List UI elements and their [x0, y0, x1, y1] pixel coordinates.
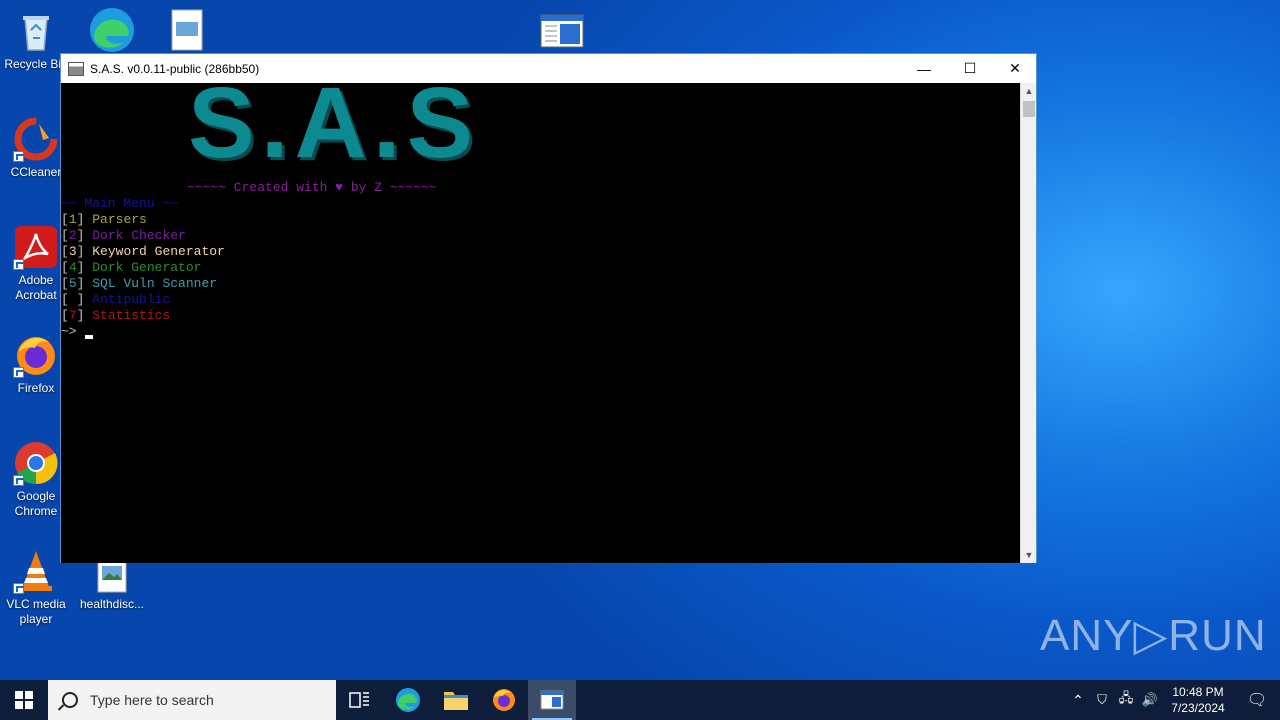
recycle-bin-icon: [13, 8, 59, 54]
system-tray: ⌃ ⛉ 🖧 🔊 10:48 PM 7/23/2024 🗨: [1066, 680, 1280, 720]
clock-time: 10:48 PM: [1172, 685, 1224, 699]
maximize-icon: ☐: [963, 60, 977, 76]
shortcut-arrow-icon: [13, 475, 24, 486]
edge-desktop-icon[interactable]: [86, 6, 138, 54]
menu-item-label: Keyword Generator: [92, 244, 225, 259]
console-scrollbar[interactable]: ▲ ▼: [1020, 83, 1036, 563]
menu-item-number: 4: [68, 260, 77, 275]
chrome-icon: [13, 440, 59, 486]
image-file-icon: [171, 9, 203, 51]
shortcut-arrow-icon: [13, 151, 24, 162]
desktop-icon-label: healthdisc...: [79, 597, 145, 611]
adobe-acrobat-icon: [13, 224, 59, 270]
taskbar-search-box[interactable]: Type here to search: [48, 680, 336, 720]
menu-item: [4] Dork Generator: [61, 260, 202, 275]
shortcut-arrow-icon: [13, 583, 24, 594]
taskbar: Type here to search ⌃ ⛉ 🖧 🔊 10:48 PM 7/2…: [0, 680, 1280, 720]
desktop-icon-healthdisc[interactable]: healthdisc...: [76, 556, 148, 612]
task-view-icon: [349, 692, 369, 708]
menu-item-label: SQL Vuln Scanner: [92, 276, 218, 291]
taskbar-edge[interactable]: [384, 680, 432, 720]
close-icon: ✕: [1009, 60, 1021, 76]
shortcut-arrow-icon: [13, 259, 24, 270]
ccleaner-icon: [13, 116, 59, 162]
menu-item: [2] Dork Checker: [61, 228, 186, 243]
close-button[interactable]: ✕: [992, 54, 1038, 83]
menu-item-label: Statistics: [92, 308, 171, 323]
menu-item: [7] Statistics: [61, 308, 171, 323]
folder-icon: [444, 692, 468, 710]
menu-item-label: Antipublic: [92, 292, 171, 307]
menu-item-label: Parsers: [92, 212, 147, 227]
console-window[interactable]: S.A.S. v0.0.11-public (286bb50) — ☐ ✕ S.…: [60, 53, 1037, 563]
file-desktop-icon[interactable]: [168, 8, 206, 52]
menu-item-label: Dork Generator: [92, 260, 202, 275]
desktop-icon-label: Firefox: [17, 381, 55, 395]
menu-item: [5] SQL Vuln Scanner: [61, 276, 218, 291]
vlc-cone-icon: [13, 548, 59, 594]
scroll-up-icon[interactable]: ▲: [1021, 83, 1037, 99]
menu-item: [1] Parsers: [61, 212, 147, 227]
taskbar-file-explorer[interactable]: [432, 680, 480, 720]
search-icon: [62, 692, 78, 708]
windows-logo-icon: [15, 691, 33, 709]
ascii-logo: S.A.S: [188, 83, 480, 163]
security-shield-icon[interactable]: ⛉: [1090, 692, 1114, 708]
window-title: S.A.S. v0.0.11-public (286bb50): [90, 61, 260, 76]
volume-icon[interactable]: 🔊: [1138, 692, 1162, 708]
taskbar-console-app[interactable]: [528, 680, 576, 720]
start-button[interactable]: [0, 680, 48, 720]
console-app-icon: [68, 61, 84, 76]
taskbar-firefox[interactable]: [480, 680, 528, 720]
scroll-thumb[interactable]: [1023, 101, 1035, 117]
menu-item: [ ] Antipublic: [61, 292, 171, 307]
window-titlebar[interactable]: S.A.S. v0.0.11-public (286bb50) — ☐ ✕: [61, 54, 1036, 83]
tagline: ~~~~~ Created with ♥ by Z ~~~~~~: [187, 180, 437, 195]
chevron-up-icon[interactable]: ⌃: [1066, 692, 1090, 709]
menu-item-number: 7: [68, 308, 77, 323]
input-prompt: ~>: [61, 324, 77, 339]
window-app-icon: [540, 690, 564, 710]
window-app-icon: [540, 14, 584, 48]
anyrun-watermark: ANY▷RUN: [1040, 611, 1267, 660]
desktop-icon-label: VLC media player: [6, 597, 66, 626]
menu-item-number: 3: [68, 244, 77, 259]
menu-item-number: 5: [68, 276, 77, 291]
menu-title: ~~ Main Menu ~~: [61, 196, 179, 211]
desktop-icon-label: CCleaner: [10, 165, 62, 179]
minimize-icon: —: [917, 60, 931, 77]
edge-icon: [90, 8, 134, 52]
menu-item: [3] Keyword Generator: [61, 244, 225, 259]
maximize-button[interactable]: ☐: [947, 54, 993, 83]
search-placeholder: Type here to search: [90, 692, 214, 708]
menu-item-number: 2: [68, 228, 77, 243]
text-cursor: [85, 335, 93, 339]
shortcut-arrow-icon: [13, 367, 24, 378]
console-output[interactable]: S.A.S ~~~~~ Created with ♥ by Z ~~~~~~ ~…: [61, 83, 1021, 563]
menu-item-number: 1: [68, 212, 77, 227]
clock[interactable]: 10:48 PM 7/23/2024: [1162, 684, 1234, 716]
clock-date: 7/23/2024: [1171, 701, 1225, 715]
console-app-desktop-icon[interactable]: [540, 14, 584, 48]
desktop-icon-label: Adobe Acrobat: [15, 273, 57, 302]
task-view-button[interactable]: [336, 680, 384, 720]
edge-icon: [396, 688, 420, 712]
minimize-button[interactable]: —: [901, 54, 947, 83]
network-icon[interactable]: 🖧: [1114, 689, 1138, 711]
menu-item-number: [69, 292, 77, 307]
notifications-icon[interactable]: 🗨: [1234, 690, 1280, 710]
firefox-icon: [13, 332, 59, 378]
desktop-icon-label: Recycle Bin: [4, 57, 68, 71]
menu-item-label: Dork Checker: [92, 228, 186, 243]
firefox-icon: [493, 689, 515, 711]
desktop-icon-label: Google Chrome: [14, 489, 58, 518]
scroll-down-icon[interactable]: ▼: [1021, 547, 1037, 563]
